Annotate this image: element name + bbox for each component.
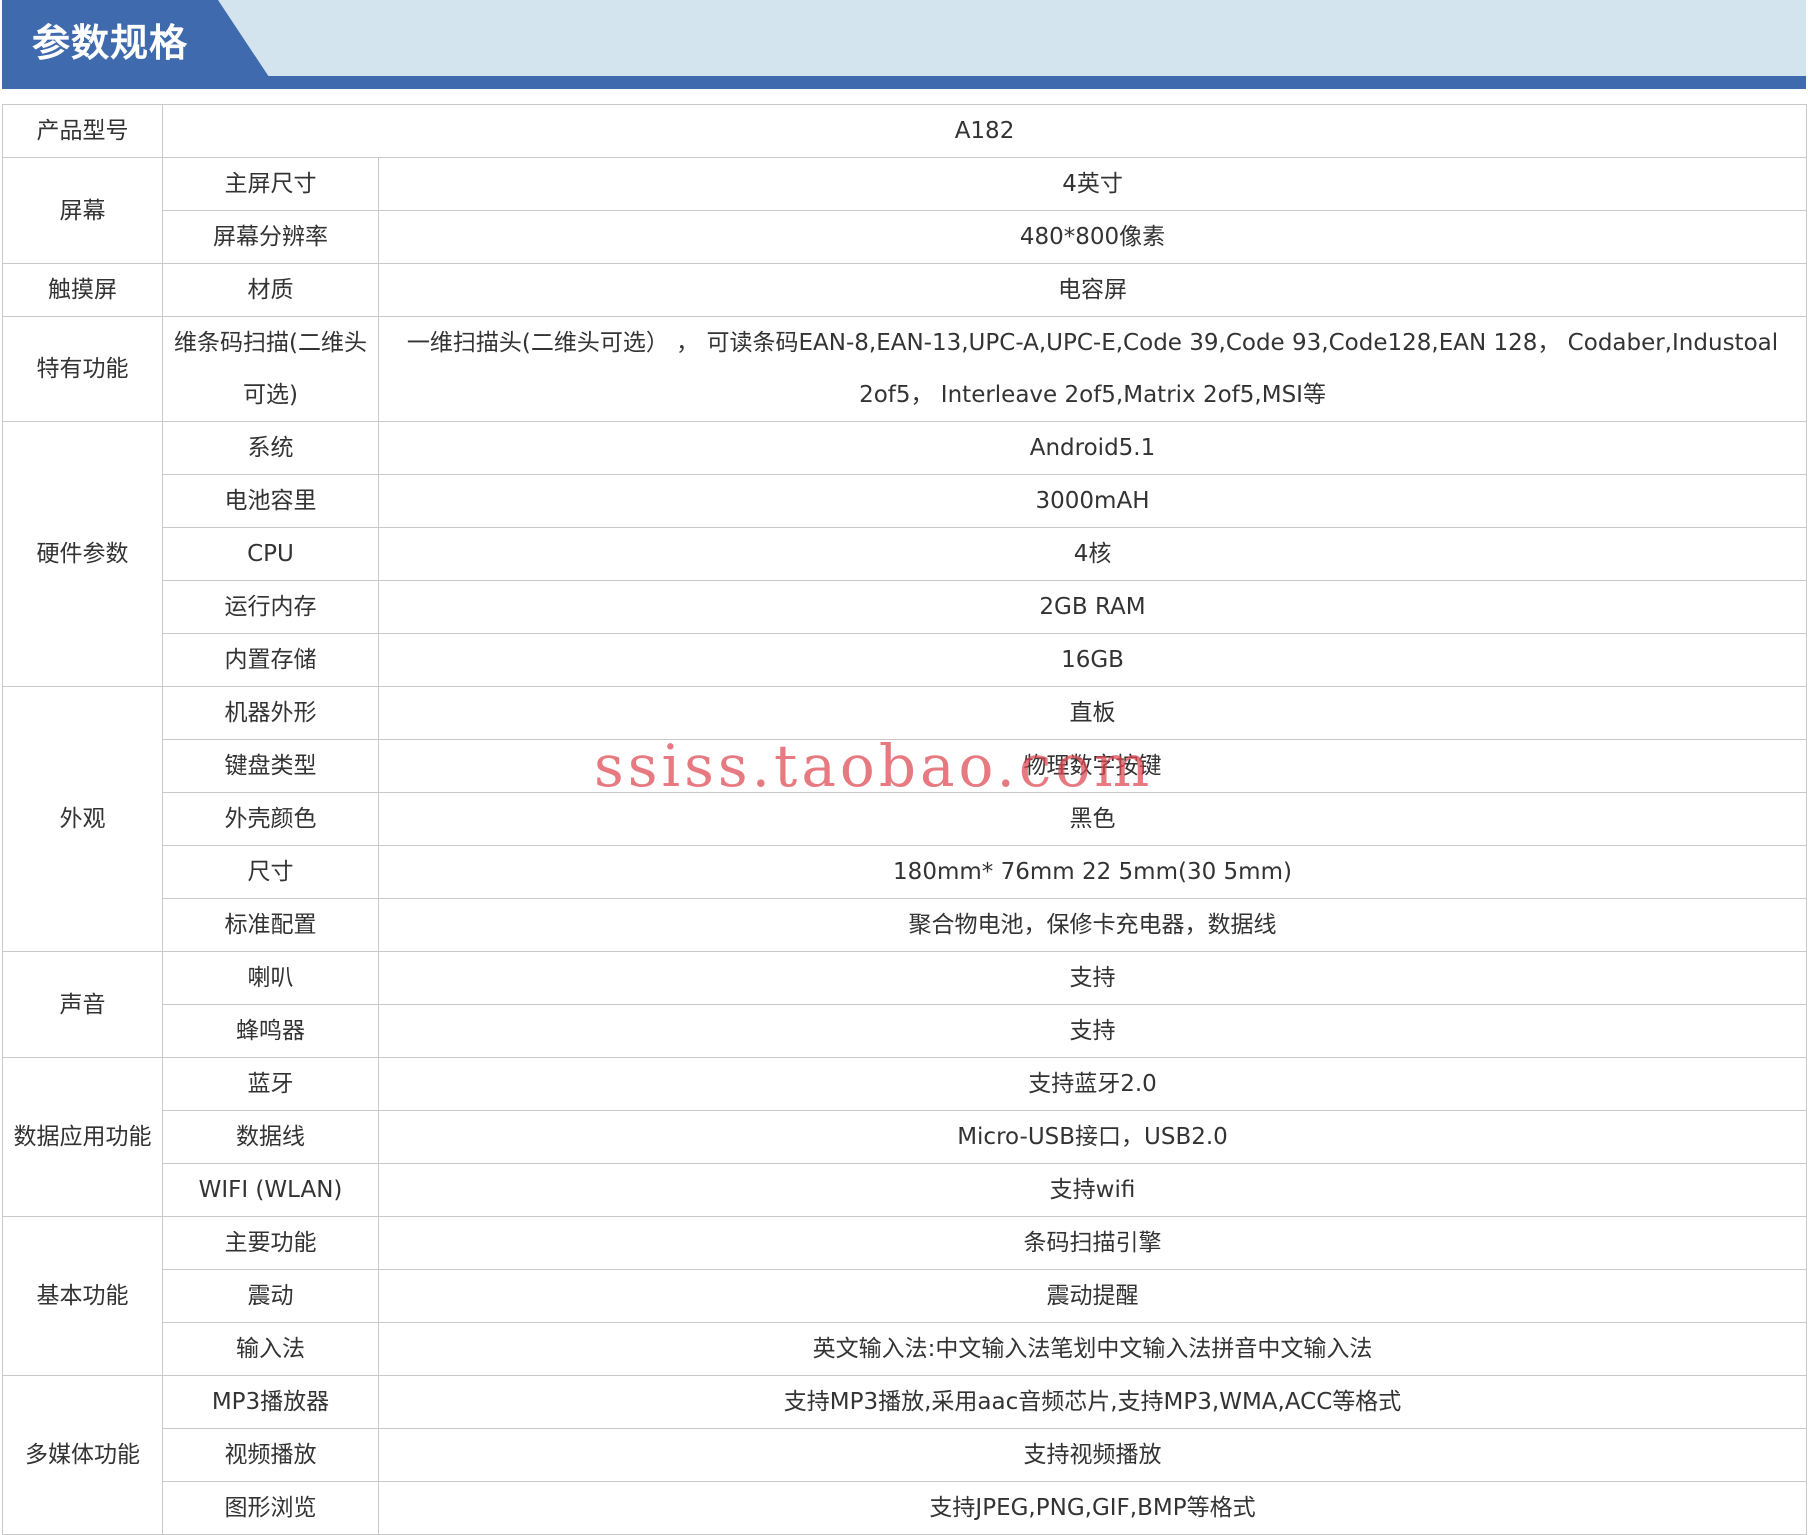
spec-group-screen: 屏幕 [2, 157, 163, 264]
spec-table: 产品型号 A182 屏幕 主屏尺寸 4英寸 屏幕分辨率 480*800像素 触摸… [2, 104, 1808, 1535]
spec-group-special: 特有功能 [2, 316, 163, 422]
spec-row: 外壳颜色 黑色 [3, 792, 1808, 846]
spec-value: 直板 [377, 686, 1808, 740]
spec-value: 3000mAH [377, 474, 1808, 528]
section-header-banner: 参数规格 [2, 0, 1806, 89]
spec-label: WIFI (WLAN) [162, 1163, 379, 1217]
spec-value: 支持wifi [377, 1163, 1808, 1217]
spec-label: 图形浏览 [162, 1481, 379, 1535]
spec-group-touch: 触摸屏 [2, 263, 163, 317]
spec-value: 支持MP3播放,采用aac音频芯片,支持MP3,WMA,ACC等格式 [377, 1375, 1808, 1429]
spec-value: 黑色 [377, 792, 1808, 846]
spec-label: 电池容里 [162, 474, 379, 528]
spec-value: 支持视频播放 [377, 1428, 1808, 1482]
spec-value: 支持 [377, 1004, 1808, 1058]
spec-label: MP3播放器 [162, 1375, 379, 1429]
spec-label: 内置存储 [162, 633, 379, 687]
spec-row: 键盘类型 物理数字按键 [3, 739, 1808, 793]
spec-row: 视频播放 支持视频播放 [3, 1428, 1808, 1482]
section-title: 参数规格 [32, 21, 189, 65]
spec-value: 一维扫描头(二维头可选） ， 可读条码EAN-8,EAN-13,UPC-A,UP… [377, 316, 1808, 422]
spec-row: 基本功能 主要功能 条码扫描引擎 [2, 1216, 1808, 1376]
spec-value: 支持蓝牙2.0 [377, 1057, 1808, 1111]
spec-label: 喇叭 [162, 951, 379, 1005]
spec-label: 蜂鸣器 [162, 1004, 379, 1058]
spec-group-basic: 基本功能 [2, 1216, 163, 1376]
spec-row: 多媒体功能 MP3播放器 支持MP3播放,采用aac音频芯片,支持MP3,WMA… [2, 1375, 1808, 1535]
spec-row: 输入法 英文输入法:中文输入法笔划中文输入法拼音中文输入法 [3, 1322, 1808, 1376]
spec-group-multimedia: 多媒体功能 [2, 1375, 163, 1535]
spec-group-sound: 声音 [2, 951, 163, 1058]
spec-value: 2GB RAM [377, 580, 1808, 634]
spec-value: 物理数字按键 [377, 739, 1808, 793]
spec-value: 聚合物电池，保修卡充电器，数据线 [377, 898, 1808, 952]
spec-row: 产品型号 A182 [2, 104, 1808, 158]
spec-label: 运行内存 [162, 580, 379, 634]
spec-label: CPU [162, 527, 379, 581]
spec-value: Micro-USB接口，USB2.0 [377, 1110, 1808, 1164]
spec-row: CPU 4核 [3, 527, 1808, 581]
spec-label: 震动 [162, 1269, 379, 1323]
spec-label: 输入法 [162, 1322, 379, 1376]
spec-label: 屏幕分辨率 [162, 210, 379, 264]
spec-label-model: 产品型号 [2, 104, 163, 158]
spec-row: 尺寸 180mm* 76mm 22 5mm(30 5mm) [3, 845, 1808, 899]
spec-label: 主屏尺寸 [162, 157, 379, 211]
spec-row: 特有功能 维条码扫描(二维头可选) 一维扫描头(二维头可选） ， 可读条码EAN… [2, 316, 1808, 422]
spec-value: 180mm* 76mm 22 5mm(30 5mm) [377, 845, 1808, 899]
spec-value: 条码扫描引擎 [377, 1216, 1808, 1270]
spec-value: 英文输入法:中文输入法笔划中文输入法拼音中文输入法 [377, 1322, 1808, 1376]
spec-row: 触摸屏 材质 电容屏 [2, 263, 1808, 317]
spec-label: 外壳颜色 [162, 792, 379, 846]
spec-value: 支持JPEG,PNG,GIF,BMP等格式 [377, 1481, 1808, 1535]
spec-value: 电容屏 [377, 263, 1808, 317]
spec-label: 数据线 [162, 1110, 379, 1164]
spec-value: 4核 [377, 527, 1808, 581]
spec-label: 系统 [162, 421, 379, 475]
spec-row: 屏幕分辨率 480*800像素 [3, 210, 1808, 264]
spec-label: 标准配置 [162, 898, 379, 952]
spec-label: 键盘类型 [162, 739, 379, 793]
spec-row: 声音 喇叭 支持 [2, 951, 1808, 1058]
spec-value-model: A182 [161, 104, 1808, 158]
spec-row: 震动 震动提醒 [3, 1269, 1808, 1323]
spec-row: 蜂鸣器 支持 [3, 1004, 1808, 1058]
spec-label: 维条码扫描(二维头可选) [162, 316, 379, 422]
spec-group-data-app: 数据应用功能 [2, 1057, 163, 1217]
spec-label: 机器外形 [162, 686, 379, 740]
spec-row: 内置存储 16GB [3, 633, 1808, 687]
spec-value: Android5.1 [377, 421, 1808, 475]
spec-row: 标准配置 聚合物电池，保修卡充电器，数据线 [3, 898, 1808, 952]
spec-row: WIFI (WLAN) 支持wifi [3, 1163, 1808, 1217]
spec-label: 尺寸 [162, 845, 379, 899]
spec-value: 4英寸 [377, 157, 1808, 211]
spec-group-hardware: 硬件参数 [2, 421, 163, 687]
spec-row: 图形浏览 支持JPEG,PNG,GIF,BMP等格式 [3, 1481, 1808, 1535]
spec-row: 运行内存 2GB RAM [3, 580, 1808, 634]
spec-row: 电池容里 3000mAH [3, 474, 1808, 528]
spec-row: 外观 机器外形 直板 [2, 686, 1808, 952]
spec-label: 主要功能 [162, 1216, 379, 1270]
spec-row: 硬件参数 系统 Android5.1 [2, 421, 1808, 687]
spec-label: 视频播放 [162, 1428, 379, 1482]
spec-value: 480*800像素 [377, 210, 1808, 264]
spec-row: 数据应用功能 蓝牙 支持蓝牙2.0 [2, 1057, 1808, 1217]
spec-row: 数据线 Micro-USB接口，USB2.0 [3, 1110, 1808, 1164]
spec-label: 材质 [162, 263, 379, 317]
spec-group-appearance: 外观 [2, 686, 163, 952]
spec-value: 支持 [377, 951, 1808, 1005]
spec-value: 震动提醒 [377, 1269, 1808, 1323]
spec-row: 屏幕 主屏尺寸 4英寸 [2, 157, 1808, 264]
spec-label: 蓝牙 [162, 1057, 379, 1111]
spec-value: 16GB [377, 633, 1808, 687]
